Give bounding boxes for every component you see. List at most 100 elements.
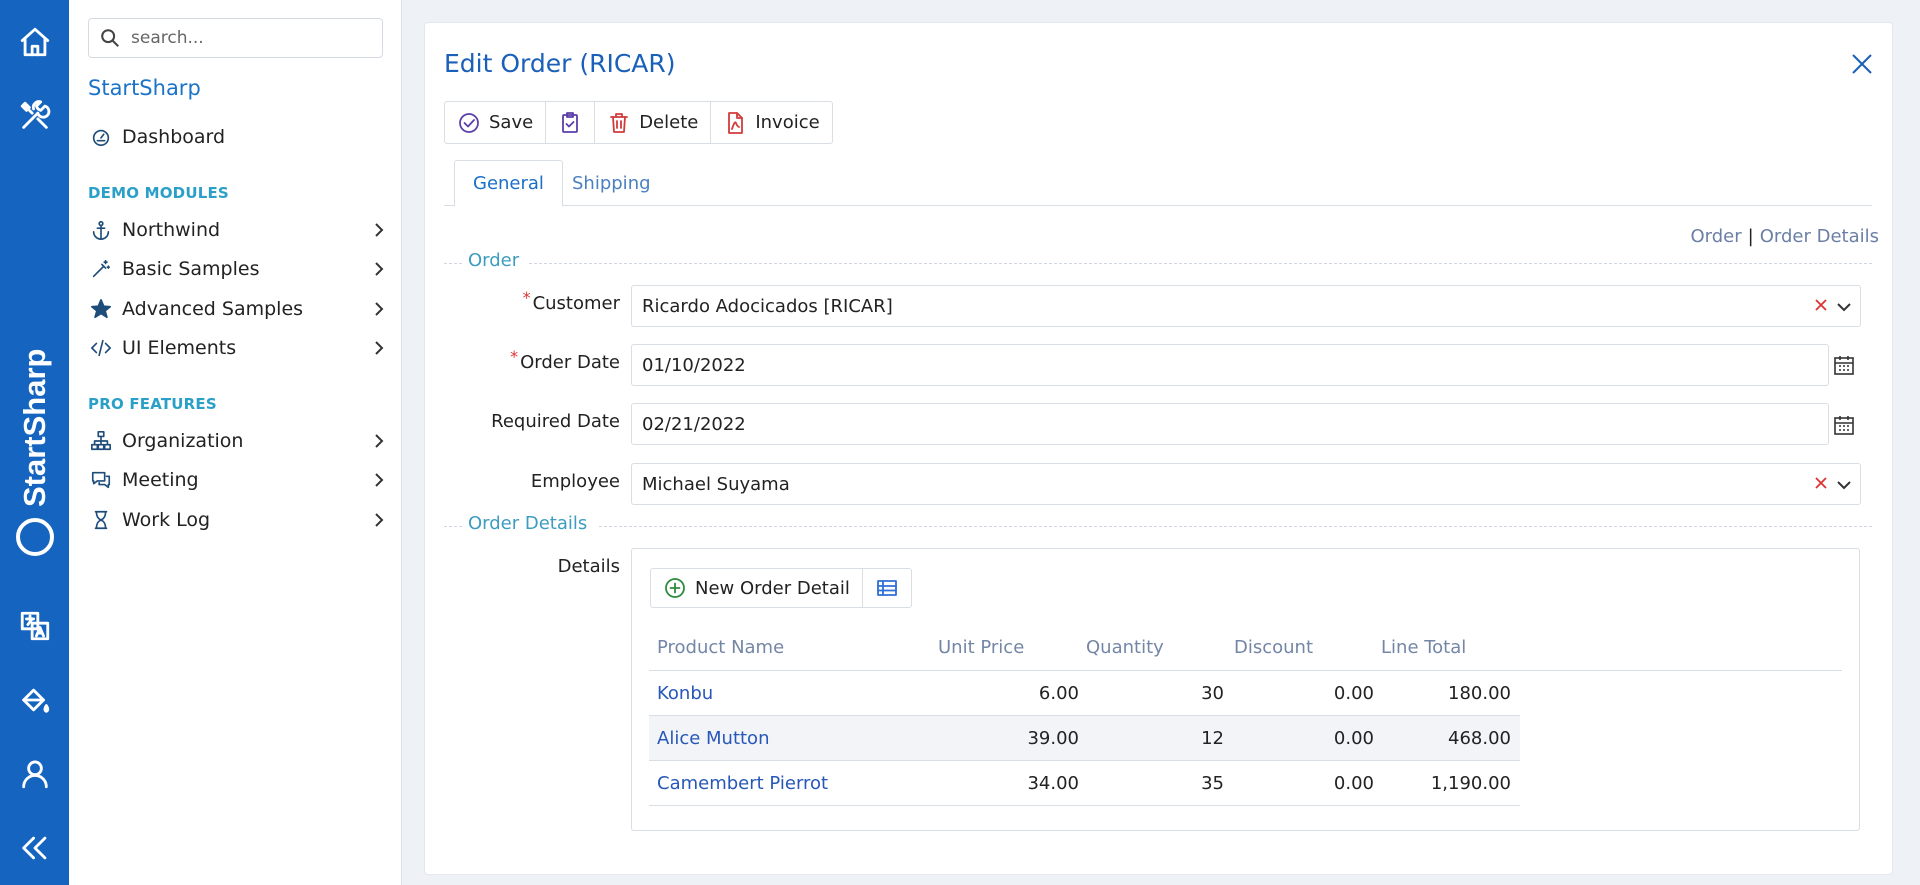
sidebar-item-label: Advanced Samples xyxy=(122,298,304,320)
order-date-input[interactable]: 01/10/2022 xyxy=(631,344,1829,386)
edit-order-dialog: Edit Order (RICAR) Save Delete Invoice G… xyxy=(424,22,1893,875)
delete-button[interactable]: Delete xyxy=(595,102,712,143)
unit-price-cell: 39.00 xyxy=(1027,728,1079,749)
anchor-icon xyxy=(88,217,114,243)
chevron-down-icon[interactable] xyxy=(1834,475,1854,495)
product-name-link[interactable]: Konbu xyxy=(657,683,713,704)
invoice-label: Invoice xyxy=(755,112,820,133)
table-row[interactable]: Konbu 6.00 30 0.00 180.00 xyxy=(649,671,1520,716)
dialog-title: Edit Order (RICAR) xyxy=(444,49,676,78)
search-box[interactable] xyxy=(88,18,383,58)
trash-icon xyxy=(610,112,629,133)
details-toolbar: New Order Detail xyxy=(650,568,912,608)
section-header-pro: PRO FEATURES xyxy=(88,395,217,413)
tab-general[interactable]: General xyxy=(454,160,563,207)
table-row[interactable]: Alice Mutton 39.00 12 0.00 468.00 xyxy=(649,716,1520,761)
chevron-down-icon[interactable] xyxy=(1834,297,1854,317)
calendar-icon[interactable] xyxy=(1832,413,1856,437)
employee-label: Employee xyxy=(530,471,620,492)
translate-icon[interactable] xyxy=(17,608,53,644)
save-button[interactable]: Save xyxy=(445,102,547,143)
chevron-right-icon xyxy=(370,431,388,451)
code-icon xyxy=(88,335,114,361)
category-order-details: Order Details xyxy=(444,513,1872,537)
sidebar-item-ui-elements[interactable]: UI Elements xyxy=(88,330,388,366)
dashboard-icon xyxy=(88,124,114,150)
line-total-cell: 468.00 xyxy=(1448,728,1511,749)
required-marker: * xyxy=(510,347,519,366)
org-chart-icon xyxy=(88,428,114,454)
sidebar-item-organization[interactable]: Organization xyxy=(88,423,388,459)
collapse-icon[interactable] xyxy=(17,830,53,866)
user-icon[interactable] xyxy=(17,756,53,792)
column-header-line-total[interactable]: Line Total xyxy=(1381,637,1466,658)
star-icon xyxy=(88,296,114,322)
link-separator: | xyxy=(1747,226,1754,247)
required-date-input[interactable]: 02/21/2022 xyxy=(631,403,1829,445)
chevron-right-icon xyxy=(370,259,388,279)
column-header-product[interactable]: Product Name xyxy=(657,637,784,658)
quantity-cell: 12 xyxy=(1201,728,1224,749)
sidebar-item-basic-samples[interactable]: Basic Samples xyxy=(88,251,388,287)
apply-changes-button[interactable] xyxy=(546,102,596,143)
brand-logo-vertical: StartSharp xyxy=(13,312,57,562)
app-name[interactable]: StartSharp xyxy=(88,76,201,100)
clear-icon[interactable] xyxy=(1812,296,1830,314)
chevron-right-icon xyxy=(370,220,388,240)
required-date-label: Required Date xyxy=(491,411,620,432)
search-input[interactable] xyxy=(131,28,371,48)
category-links: Order | Order Details xyxy=(1690,226,1879,247)
product-name-link[interactable]: Alice Mutton xyxy=(657,728,769,749)
home-icon[interactable] xyxy=(17,24,53,60)
chevron-right-icon xyxy=(370,299,388,319)
column-header-discount[interactable]: Discount xyxy=(1234,637,1313,658)
sidebar-item-label: UI Elements xyxy=(122,337,237,359)
calendar-icon[interactable] xyxy=(1832,353,1856,377)
sidebar-item-meeting[interactable]: Meeting xyxy=(88,462,388,498)
dialog-toolbar: Save Delete Invoice xyxy=(444,101,833,144)
quantity-cell: 35 xyxy=(1201,773,1224,794)
discount-cell: 0.00 xyxy=(1333,773,1374,794)
paint-bucket-icon[interactable] xyxy=(17,682,53,718)
column-header-quantity[interactable]: Quantity xyxy=(1086,637,1164,658)
chevron-right-icon xyxy=(370,510,388,530)
sidebar-item-work-log[interactable]: Work Log xyxy=(88,502,388,538)
category-order-details-title: Order Details xyxy=(464,513,598,534)
sidebar-item-northwind[interactable]: Northwind xyxy=(88,212,388,248)
tab-shipping[interactable]: Shipping xyxy=(554,160,669,207)
column-picker-button[interactable] xyxy=(863,569,911,607)
link-order-details[interactable]: Order Details xyxy=(1760,226,1879,247)
line-total-cell: 180.00 xyxy=(1448,683,1511,704)
new-order-detail-button[interactable]: New Order Detail xyxy=(651,569,863,607)
discount-cell: 0.00 xyxy=(1333,728,1374,749)
customer-select[interactable]: Ricardo Adocicados [RICAR] xyxy=(631,285,1861,327)
search-icon xyxy=(101,29,119,47)
close-icon xyxy=(1852,54,1872,74)
required-date-value: 02/21/2022 xyxy=(642,413,746,435)
order-date-value: 01/10/2022 xyxy=(642,354,746,376)
magic-wand-icon xyxy=(88,256,114,282)
product-name-link[interactable]: Camembert Pierrot xyxy=(657,773,828,794)
chat-icon xyxy=(88,467,114,493)
link-order[interactable]: Order xyxy=(1690,226,1741,247)
sidebar-item-advanced-samples[interactable]: Advanced Samples xyxy=(88,291,388,327)
delete-label: Delete xyxy=(639,112,699,133)
quantity-cell: 30 xyxy=(1201,683,1224,704)
tools-icon[interactable] xyxy=(17,98,53,134)
employee-select[interactable]: Michael Suyama xyxy=(631,463,1861,505)
close-button[interactable] xyxy=(1848,50,1876,78)
customer-value: Ricardo Adocicados [RICAR] xyxy=(642,295,893,317)
unit-price-cell: 34.00 xyxy=(1027,773,1079,794)
table-row[interactable]: Camembert Pierrot 34.00 35 0.00 1,190.00 xyxy=(649,761,1520,806)
sidebar-item-label: Dashboard xyxy=(122,126,226,148)
order-date-label: * Order Date xyxy=(510,347,620,373)
clear-icon[interactable] xyxy=(1812,474,1830,492)
customer-label: * Customer xyxy=(522,288,620,314)
column-header-unit-price[interactable]: Unit Price xyxy=(938,637,1024,658)
category-order: Order xyxy=(444,250,1872,274)
sidebar-item-dashboard[interactable]: Dashboard xyxy=(88,119,388,155)
invoice-button[interactable]: Invoice xyxy=(711,102,831,143)
table-columns-icon xyxy=(876,580,897,596)
sidebar-item-label: Work Log xyxy=(122,509,211,531)
order-details-editor: New Order Detail Product Name Unit Price… xyxy=(631,548,1860,831)
